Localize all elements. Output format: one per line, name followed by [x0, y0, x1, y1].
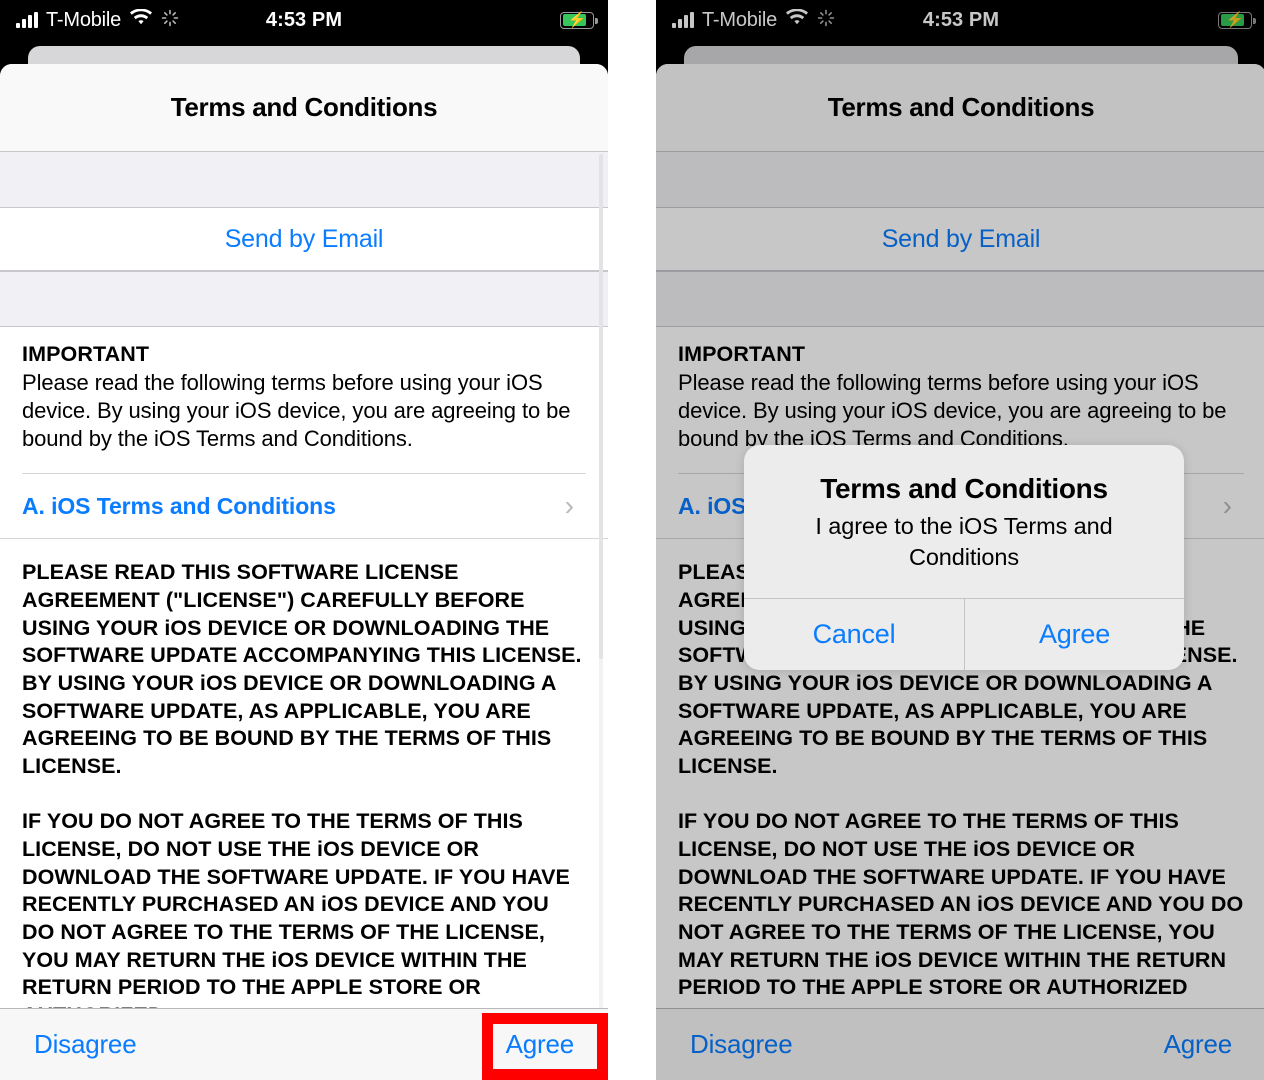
alert-message: I agree to the iOS Terms and Conditions: [815, 513, 1113, 570]
terms-sheet: Terms and Conditions Send by Email IMPOR…: [0, 64, 608, 1080]
group-spacer-top: [0, 152, 608, 208]
left-phone-screen: T-Mobile 4:53 PM ⚡ Terms and Conditions …: [0, 0, 608, 1080]
alert-title: Terms and Conditions: [820, 473, 1108, 504]
side-by-side-screenshot-pair: T-Mobile 4:53 PM ⚡ Terms and Conditions …: [0, 0, 1264, 1080]
bottom-toolbar: Disagree Agree: [0, 1008, 608, 1080]
disagree-button[interactable]: Disagree: [24, 1025, 146, 1064]
scrollbar-thumb[interactable]: [599, 154, 603, 659]
right-phone-screen: T-Mobile 4:53 PM ⚡ Terms and Conditions …: [656, 0, 1264, 1080]
status-bar-left: T-Mobile 4:53 PM ⚡: [0, 0, 608, 40]
panel-divider: [608, 0, 656, 1080]
page-title: Terms and Conditions: [170, 92, 438, 122]
navigation-bar: Terms and Conditions: [0, 64, 608, 152]
chevron-right-icon: ›: [564, 490, 574, 522]
alert-body: Terms and Conditions I agree to the iOS …: [744, 445, 1184, 598]
alert-cancel-button[interactable]: Cancel: [744, 599, 964, 671]
scroll-content[interactable]: Send by Email IMPORTANT Please read the …: [0, 152, 608, 1008]
alert-agree-button[interactable]: Agree: [964, 599, 1184, 671]
license-paragraph-1: PLEASE READ THIS SOFTWARE LICENSE AGREEM…: [22, 560, 582, 778]
ios-terms-link-row[interactable]: A. iOS Terms and Conditions ›: [0, 474, 608, 540]
battery-charging-icon: ⚡: [560, 11, 598, 29]
license-paragraph-2: IF YOU DO NOT AGREE TO THE TERMS OF THIS…: [22, 809, 570, 1008]
clock-label: 4:53 PM: [265, 8, 343, 31]
group-spacer-bottom: [0, 271, 608, 327]
alert-actions: Cancel Agree: [744, 598, 1184, 671]
ios-terms-link-label: A. iOS Terms and Conditions: [22, 492, 336, 519]
agree-button[interactable]: Agree: [496, 1025, 584, 1064]
send-by-email-row[interactable]: Send by Email: [0, 208, 608, 271]
terms-confirmation-alert: Terms and Conditions I agree to the iOS …: [744, 445, 1184, 671]
important-paragraph: Please read the following terms before u…: [22, 369, 571, 452]
send-by-email-label: Send by Email: [224, 224, 384, 253]
important-heading: IMPORTANT: [22, 342, 150, 366]
important-block: IMPORTANT Please read the following term…: [0, 327, 608, 475]
